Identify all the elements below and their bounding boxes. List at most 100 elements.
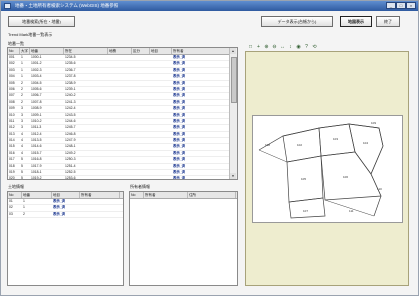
table-cell	[132, 176, 150, 179]
table-cell: 1003-4	[31, 74, 42, 79]
land-info-header: No 地番 地目 所有者	[8, 192, 123, 199]
table-cell: 1248-1	[65, 144, 76, 149]
close-window-button[interactable]: ×	[406, 2, 416, 9]
table-cell	[108, 61, 132, 66]
table-cell: 表示_済	[173, 125, 186, 130]
table-cell	[132, 113, 150, 118]
table-cell: 1	[23, 199, 25, 203]
column-header[interactable]: 所有者	[144, 192, 188, 198]
table-cell	[150, 81, 172, 86]
map-tool-icon[interactable]: ⊕	[263, 44, 270, 51]
map-tool-icon[interactable]: ↔	[279, 44, 286, 51]
table-cell	[150, 125, 172, 130]
map-display-button[interactable]: 地図表示	[340, 16, 372, 27]
map-tool-icon[interactable]: +	[255, 44, 262, 51]
map-tool-icon[interactable]: ?	[303, 44, 310, 51]
column-header[interactable]: 住所	[188, 192, 236, 198]
table-cell	[108, 132, 132, 137]
table-cell: 5	[21, 163, 23, 168]
land-info-panel: No 地番 地目 所有者 01 1 表示_済 02 1 表示_済 03 2 表示_済	[7, 191, 124, 286]
parcel-list-scrollbar[interactable]: ▲ ▼	[229, 48, 237, 179]
table-cell: 002	[9, 61, 15, 66]
column-header[interactable]: 地番	[30, 48, 64, 54]
table-cell: 1247-9	[65, 138, 76, 143]
column-header[interactable]: 地積	[108, 48, 132, 54]
owner-info-header: No 所有者 住所	[130, 192, 237, 199]
table-cell: 1007-8	[31, 99, 42, 104]
table-cell: 3	[21, 106, 23, 111]
table-cell: 010	[9, 112, 15, 117]
column-header[interactable]: No	[8, 192, 22, 198]
table-cell: 1016-8	[31, 157, 42, 162]
minimize-button[interactable]: _	[386, 2, 396, 9]
table-cell: 2	[23, 211, 25, 216]
table-cell: 1238-9	[65, 80, 76, 85]
cadastral-map-sheet[interactable]: 102 103 104 105 106 107 108 109 110 111	[252, 115, 403, 223]
table-cell: 1241-3	[65, 99, 76, 104]
column-header[interactable]: 地目	[52, 192, 80, 198]
table-cell: 1237-8	[65, 74, 76, 79]
map-tool-icon[interactable]: ◉	[295, 44, 302, 51]
table-cell: 表示_済	[173, 157, 186, 162]
window-title: 地番・土地所有者検索システム (WebGIS) 地番参照	[15, 3, 119, 8]
parcel-label: 107	[303, 209, 308, 213]
column-header[interactable]: 所有者	[172, 48, 230, 54]
table-cell: 表示_済	[53, 211, 66, 216]
column-header[interactable]: 区分	[132, 48, 150, 54]
table-cell: 1010-2	[31, 118, 42, 123]
map-outer-boundary	[258, 123, 384, 217]
table-cell	[108, 87, 132, 92]
owner-info-panel: No 所有者 住所	[129, 191, 238, 286]
table-cell	[150, 74, 172, 79]
road-line	[258, 149, 288, 163]
table-cell: 4	[21, 138, 23, 143]
table-cell: 1242-4	[65, 106, 76, 111]
table-cell	[150, 100, 172, 105]
scrollbar-thumb[interactable]	[231, 57, 237, 103]
map-tool-icon[interactable]: ⟲	[311, 44, 318, 51]
exit-button[interactable]: 終了	[376, 16, 400, 27]
table-cell: 5	[21, 176, 23, 179]
table-cell: 01	[9, 199, 13, 203]
table-row[interactable]: 03 2 表示_済	[8, 211, 123, 219]
table-cell: 1240-2	[65, 93, 76, 98]
table-cell: 1008-9	[31, 106, 42, 111]
maximize-button[interactable]: □	[396, 2, 406, 9]
data-display-button[interactable]: データ表示(台帳から)	[261, 16, 333, 27]
table-cell: 007	[9, 93, 15, 98]
table-cell: 1014-6	[31, 144, 42, 149]
column-header[interactable]: 所在	[64, 48, 108, 54]
parcel-search-button[interactable]: 地番検索(所在・地番)	[8, 16, 75, 27]
table-cell	[150, 151, 172, 156]
column-header[interactable]: No	[8, 48, 20, 54]
table-cell: 1	[21, 61, 23, 66]
table-cell	[150, 157, 172, 162]
map-tool-icon[interactable]: ⊖	[271, 44, 278, 51]
column-header[interactable]: 大字	[20, 48, 30, 54]
scroll-down-arrow-icon[interactable]: ▼	[230, 173, 236, 179]
table-row[interactable]: 020 5 1019-2 1253-6 表示_済	[8, 176, 230, 179]
table-cell: 03	[9, 211, 13, 216]
scroll-up-arrow-icon[interactable]: ▲	[230, 48, 236, 54]
column-header[interactable]: 地番	[22, 192, 52, 198]
table-cell: 表示_済	[173, 170, 186, 175]
table-cell: 表示_済	[53, 205, 66, 210]
table-cell: 006	[9, 86, 15, 91]
table-cell: 1013-5	[31, 138, 42, 143]
table-cell: 1243-5	[65, 112, 76, 117]
parcel-label: 109	[371, 121, 376, 125]
table-cell	[108, 100, 132, 105]
map-tool-icon[interactable]: □	[247, 44, 254, 51]
table-cell: 013	[9, 131, 15, 136]
title-bar: 地番・土地所有者検索システム (WebGIS) 地番参照 _ □ ×	[1, 1, 418, 11]
column-header[interactable]: No	[130, 192, 144, 198]
table-cell: 2	[21, 80, 23, 85]
map-viewer[interactable]: 102 103 104 105 106 107 108 109 110 111	[245, 51, 409, 286]
parcel-e	[320, 151, 382, 201]
column-header[interactable]: 所有者	[80, 192, 120, 198]
parcel-label: 108	[265, 143, 270, 147]
land-info-body: 01 1 表示_済 02 1 表示_済 03 2 表示_済	[8, 199, 123, 219]
column-header[interactable]: 地目	[150, 48, 172, 54]
map-tool-icon[interactable]: ↕	[287, 44, 294, 51]
table-cell	[150, 87, 172, 92]
